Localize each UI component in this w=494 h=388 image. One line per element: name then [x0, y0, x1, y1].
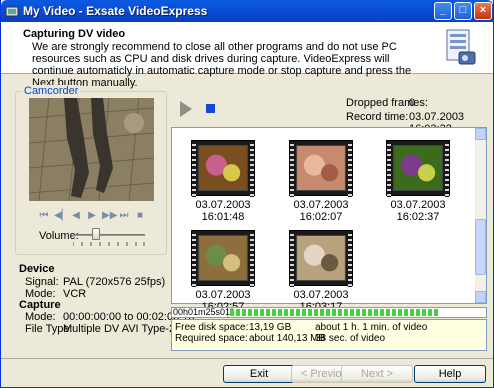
clip-timestamp: 03.07.2003 16:01:48 [195, 199, 251, 223]
minimize-button[interactable]: _ [434, 2, 452, 20]
scroll-down-button[interactable] [475, 291, 486, 303]
volume-slider-thumb[interactable] [92, 228, 100, 240]
signal-value: PAL (720x576 25fps) [63, 276, 166, 288]
capture-progress-bar: 00h01m25s01f [171, 307, 487, 318]
next-button[interactable]: Next > [341, 365, 413, 383]
camcorder-label: Camcorder [22, 85, 81, 97]
page-title: Capturing DV video [23, 28, 126, 40]
skip-back-icon[interactable]: ⏮ [38, 210, 50, 222]
clip-thumbnail[interactable] [191, 230, 255, 287]
skip-forward-icon[interactable]: ⏭ [118, 210, 130, 222]
video-preview [29, 98, 154, 201]
wizard-header: Capturing DV video We are strongly recom… [1, 22, 493, 89]
device-heading: Device [19, 263, 55, 275]
signal-label: Signal: [25, 276, 59, 288]
dropped-frames-label: Dropped frames: [346, 97, 428, 109]
dropped-frames-value: 0 [409, 97, 416, 109]
file-type-value: Multiple DV AVI Type-2 [63, 323, 176, 335]
button-separator [1, 358, 493, 359]
clip-thumbnail[interactable] [386, 140, 450, 197]
scroll-up-button[interactable] [475, 128, 486, 140]
free-space-label: Free disk space: [175, 322, 249, 333]
clip-timestamp: 03.07.2003 16:02:07 [293, 199, 349, 223]
step-back-icon[interactable]: ◀▏ [54, 210, 69, 222]
capture-wizard-icon [446, 29, 476, 65]
app-icon [5, 6, 19, 17]
disk-info-panel: Free disk space: 13,19 GB about 1 h. 1 m… [171, 319, 487, 351]
volume-label: Volume: [39, 230, 79, 242]
volume-track[interactable] [73, 234, 145, 236]
help-button[interactable]: Help [414, 365, 486, 383]
free-space-time: about 1 h. 1 min. of video [315, 322, 428, 333]
record-time-label: Record time: [346, 111, 409, 123]
required-space-value: about 140,13 MB [249, 333, 326, 344]
clip-thumbnail[interactable] [289, 140, 353, 197]
rewind-icon[interactable]: ◀ [70, 210, 82, 222]
clip-timestamp: 03.07.2003 16:02:37 [390, 199, 446, 223]
playback-controls: ⏮ ◀▏ ◀ ▶ ▶▶ ⏭ ■ [38, 210, 148, 222]
clip-thumbnail[interactable] [289, 230, 353, 287]
window-title: My Video - Exsate VideoExpress [23, 4, 208, 18]
close-button[interactable]: × [474, 2, 492, 20]
required-space-time: 38 sec. of video [315, 333, 386, 344]
record-stop-icon[interactable] [206, 104, 215, 113]
title-bar: My Video - Exsate VideoExpress _ □ × [1, 0, 493, 22]
exit-button[interactable]: Exit [223, 365, 295, 383]
capture-mode-label: Mode: [25, 311, 56, 323]
capture-heading: Capture [19, 299, 61, 311]
clips-scrollbar[interactable] [475, 128, 486, 303]
fast-forward-icon[interactable]: ▶▶ [102, 210, 117, 222]
app-window: My Video - Exsate VideoExpress _ □ × Cap… [0, 0, 494, 388]
play-icon[interactable]: ▶ [86, 210, 98, 222]
stop-icon[interactable]: ■ [134, 210, 146, 222]
volume-ticks [73, 242, 145, 246]
page-description: We are strongly recommend to close all o… [32, 41, 412, 89]
scroll-thumb[interactable] [475, 219, 486, 275]
capture-elapsed-time: 00h01m25s01f [173, 307, 233, 317]
record-play-icon[interactable] [179, 100, 193, 118]
free-space-value: 13,19 GB [249, 322, 292, 333]
device-mode-value: VCR [63, 288, 87, 300]
capture-progress-fill [230, 309, 440, 316]
maximize-button[interactable]: □ [454, 2, 472, 20]
required-space-label: Required space: [175, 333, 248, 344]
clip-thumbnail[interactable] [191, 140, 255, 197]
